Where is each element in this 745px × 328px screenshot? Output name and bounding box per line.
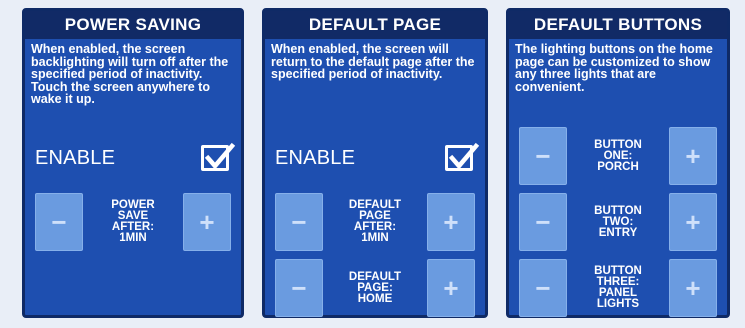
default-page-after-stepper: − DEFAULT PAGE AFTER: 1MIN + (275, 193, 475, 251)
default-page-description: When enabled, the screen will return to … (271, 42, 475, 81)
settings-screen: POWER SAVING When enabled, the screen ba… (0, 0, 745, 328)
power-saving-panel: POWER SAVING When enabled, the screen ba… (22, 8, 244, 318)
default-page-title: DEFAULT PAGE (265, 11, 485, 39)
default-page-enable-checkbox[interactable] (445, 142, 480, 171)
default-page-label: DEFAULT PAGE: HOME (348, 270, 402, 305)
button-two-increase-button[interactable]: + (669, 193, 717, 251)
button-one-decrease-button[interactable]: − (519, 127, 567, 185)
plus-icon: + (443, 273, 459, 303)
button-one-label: BUTTON ONE: PORCH (594, 138, 642, 173)
plus-icon: + (685, 273, 701, 303)
button-three-increase-button[interactable]: + (669, 259, 717, 317)
default-page-after-label: DEFAULT PAGE AFTER: 1MIN (348, 199, 402, 244)
checkmark-icon (448, 142, 480, 170)
plus-icon: + (199, 207, 215, 237)
checkmark-icon (204, 142, 236, 170)
minus-icon: − (535, 141, 551, 171)
button-two-stepper: − BUTTON TWO: ENTRY + (519, 193, 717, 251)
button-one-stepper: − BUTTON ONE: PORCH + (519, 127, 717, 185)
default-buttons-title: DEFAULT BUTTONS (509, 11, 727, 39)
minus-icon: − (535, 207, 551, 237)
minus-icon: − (291, 207, 307, 237)
button-one-increase-button[interactable]: + (669, 127, 717, 185)
minus-icon: − (535, 273, 551, 303)
power-saving-enable-checkbox[interactable] (201, 142, 236, 171)
default-page-after-increase-button[interactable]: + (427, 193, 475, 251)
minus-icon: − (291, 273, 307, 303)
button-three-decrease-button[interactable]: − (519, 259, 567, 317)
button-two-decrease-button[interactable]: − (519, 193, 567, 251)
default-page-increase-button[interactable]: + (427, 259, 475, 317)
default-buttons-panel: DEFAULT BUTTONS The lighting buttons on … (506, 8, 730, 318)
default-page-stepper: − DEFAULT PAGE: HOME + (275, 259, 475, 317)
default-page-enable-label: ENABLE (275, 147, 356, 169)
button-three-stepper: − BUTTON THREE: PANEL LIGHTS + (519, 259, 717, 317)
power-save-after-stepper: − POWER SAVE AFTER: 1MIN + (35, 193, 231, 251)
minus-icon: − (51, 207, 67, 237)
plus-icon: + (685, 207, 701, 237)
plus-icon: + (443, 207, 459, 237)
power-save-increase-button[interactable]: + (183, 193, 231, 251)
power-saving-description: When enabled, the screen backlighting wi… (31, 42, 229, 106)
default-page-decrease-button[interactable]: − (275, 259, 323, 317)
default-page-enable-row: ENABLE (275, 142, 480, 175)
power-saving-title: POWER SAVING (25, 11, 241, 39)
power-save-decrease-button[interactable]: − (35, 193, 83, 251)
power-saving-enable-label: ENABLE (35, 147, 116, 169)
button-two-label: BUTTON TWO: ENTRY (594, 204, 642, 239)
default-page-after-decrease-button[interactable]: − (275, 193, 323, 251)
power-saving-enable-row: ENABLE (35, 142, 236, 175)
default-buttons-description: The lighting buttons on the home page ca… (515, 42, 713, 94)
power-save-after-label: POWER SAVE AFTER: 1MIN (111, 199, 155, 244)
default-page-panel: DEFAULT PAGE When enabled, the screen wi… (262, 8, 488, 318)
plus-icon: + (685, 141, 701, 171)
button-three-label: BUTTON THREE: PANEL LIGHTS (594, 265, 642, 310)
